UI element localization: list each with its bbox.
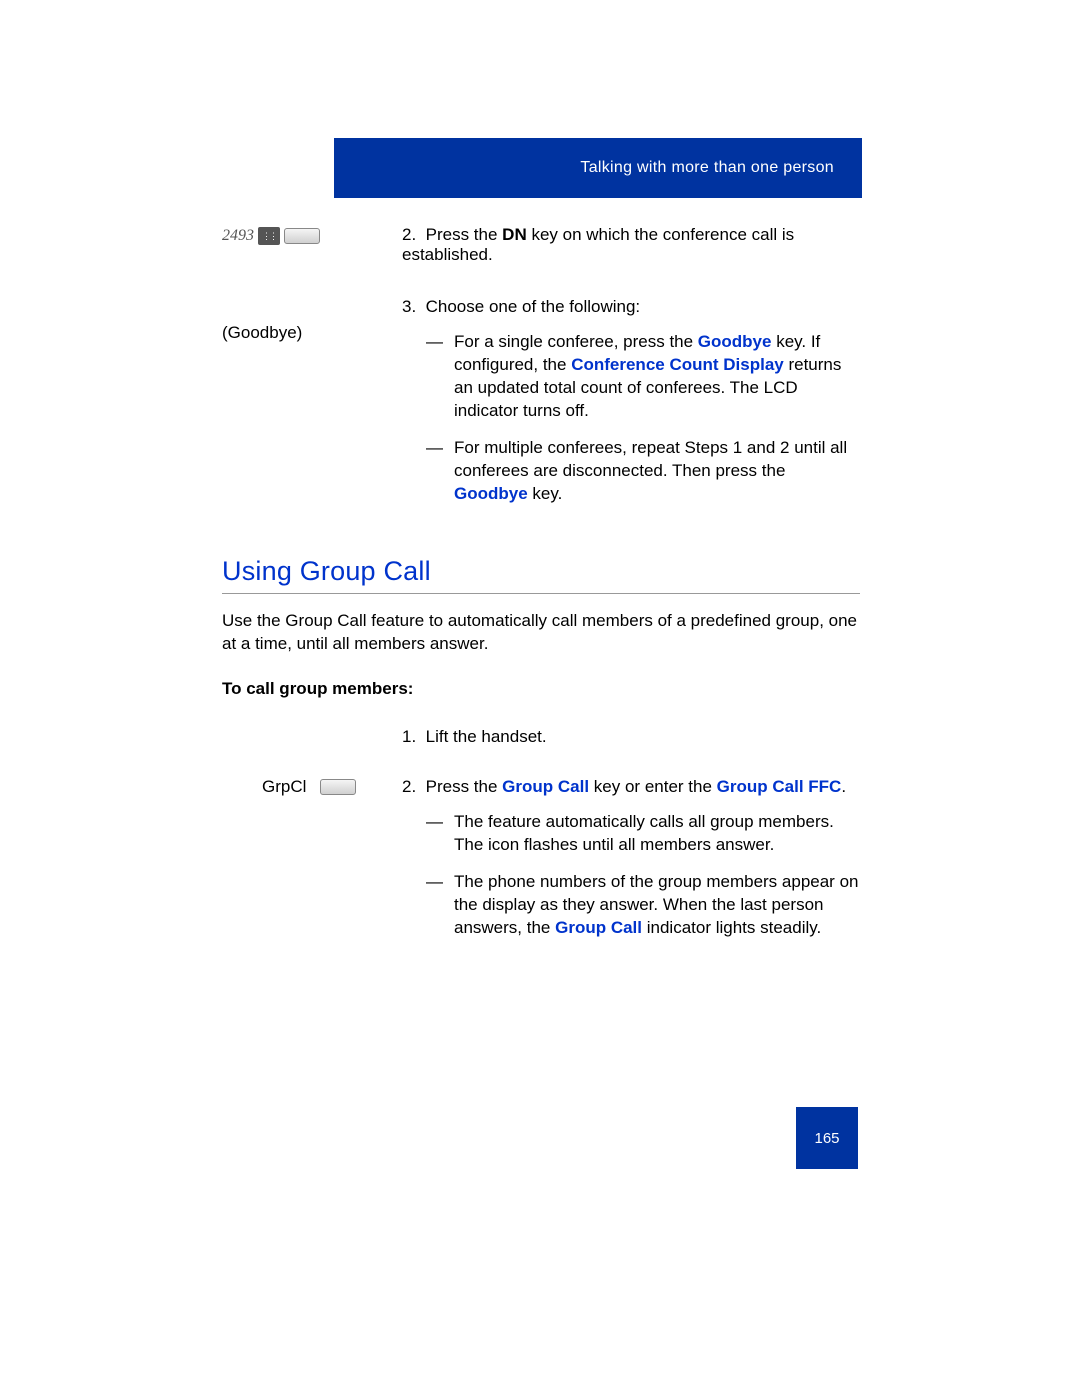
dn-number: 2493 [222,227,254,245]
page-content: 2493 2. Press the DN key on which the co… [222,225,860,972]
step-2-text: 2. Press the DN key on which the confere… [402,225,860,265]
step-3-option-b: — For multiple conferees, repeat Steps 1… [426,437,860,506]
group-step-1-text: 1. Lift the handset. [402,727,860,747]
step-3-row: (Goodbye) 3. Choose one of the following… [222,297,860,520]
grpcl-key-button-icon [320,779,356,795]
step-3-text: 3. Choose one of the following: [402,297,860,317]
dn-key-button-icon [284,228,320,244]
header-title: Talking with more than one person [580,159,834,177]
section-intro: Use the Group Call feature to automatica… [222,610,860,656]
section-subhead: To call group members: [222,679,860,699]
goodbye-label: (Goodbye) [222,297,402,520]
page-number-box: 165 [796,1107,858,1169]
group-step-1-row: 1. Lift the handset. [222,727,860,747]
group-call-section: Using Group Call Use the Group Call feat… [222,556,860,955]
group-step-2-note-b: — The phone numbers of the group members… [426,871,860,940]
step-3-option-a: — For a single conferee, press the Goodb… [426,331,860,423]
group-step-2-row: GrpCl 2. Press the Group Call key or ent… [222,777,860,954]
dn-key-icon [258,227,280,245]
page-number: 165 [814,1130,839,1147]
group-step-2-text: 2. Press the Group Call key or enter the… [402,777,860,797]
page-header-bar: Talking with more than one person [334,138,862,198]
grpcl-key-illustration: GrpCl [222,777,402,954]
dn-key-illustration: 2493 [222,225,402,279]
section-divider [222,593,860,594]
step-2-row: 2493 2. Press the DN key on which the co… [222,225,860,279]
grpcl-label: GrpCl [262,777,306,797]
section-heading: Using Group Call [222,556,860,587]
document-page: Talking with more than one person 2493 2… [0,0,1080,1397]
group-step-2-note-a: — The feature automatically calls all gr… [426,811,860,857]
